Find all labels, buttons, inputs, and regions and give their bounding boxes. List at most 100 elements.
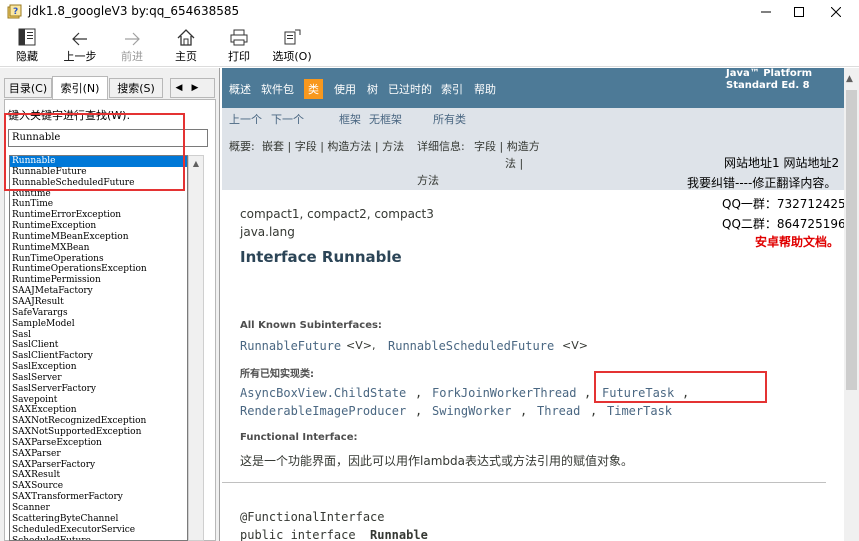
nav-package[interactable]: 软件包	[261, 81, 294, 97]
page-title: Interface Runnable	[240, 248, 402, 266]
index-list-item[interactable]: SAXParseException	[10, 438, 187, 449]
nav-help[interactable]: 帮助	[474, 81, 496, 97]
maximize-icon	[794, 6, 804, 17]
doc-scrollbar[interactable]: ▲	[844, 68, 859, 541]
index-list-item[interactable]: RuntimePermission	[10, 275, 187, 286]
back-button[interactable]: 上一步	[63, 23, 97, 65]
nav-tree[interactable]: 树	[367, 81, 378, 97]
options-icon	[284, 29, 301, 45]
noframes-link[interactable]: 无框架	[369, 111, 402, 127]
functional-text: 这是一个功能界面，因此可以用作lambda表达式或方法引用的赋值对象。	[240, 454, 633, 468]
nav-deprecated[interactable]: 已过时的	[388, 81, 432, 97]
minimize-icon	[761, 11, 771, 12]
home-button[interactable]: 主页	[173, 23, 199, 65]
tab-scroll-left-icon[interactable]: ◀	[171, 79, 187, 97]
tab-search[interactable]: 搜索(S)	[109, 78, 163, 98]
impl-forkjoinworkerthread[interactable]: ForkJoinWorkerThread	[432, 386, 577, 400]
index-list-item[interactable]: RunTimeOperations	[10, 254, 187, 265]
index-list-item[interactable]: SAXSource	[10, 481, 187, 492]
index-list-item[interactable]: Scanner	[10, 503, 187, 514]
index-list-item[interactable]: SAXException	[10, 405, 187, 416]
index-list-item[interactable]: RunTime	[10, 199, 187, 210]
index-list-item[interactable]: SAXParserFactory	[10, 460, 187, 471]
forward-button[interactable]: 前进	[119, 23, 145, 65]
highlight-box-search	[4, 113, 185, 191]
top-nav-bar: 概述 软件包 类 使用 树 已过时的 索引 帮助 Java™ Platform …	[222, 68, 844, 108]
index-list-item[interactable]: SAXNotRecognizedException	[10, 416, 187, 427]
scroll-up-icon[interactable]: ▲	[189, 156, 203, 170]
index-list-item[interactable]: SAXParser	[10, 449, 187, 460]
declaration-name: Runnable	[370, 528, 428, 541]
profiles-text: compact1, compact2, compact3	[240, 207, 434, 221]
index-list-item[interactable]: SAXTransformerFactory	[10, 492, 187, 503]
close-button[interactable]	[813, 0, 859, 23]
index-list[interactable]: Runnable RunnableFuture RunnableScheduledF…	[9, 155, 188, 541]
tab-index[interactable]: 索引(N)	[52, 76, 108, 99]
nav-overview[interactable]: 概述	[229, 81, 251, 97]
allclasses-link[interactable]: 所有类	[433, 111, 466, 127]
impl-thread[interactable]: Thread	[537, 404, 580, 418]
summary-links[interactable]: 嵌套 | 字段 | 构造方法 | 方法	[262, 138, 404, 154]
nav-use[interactable]: 使用	[334, 81, 356, 97]
index-list-item[interactable]: RuntimeException	[10, 221, 187, 232]
index-list-item[interactable]: SampleModel	[10, 319, 187, 330]
index-list-item[interactable]: RuntimeOperationsException	[10, 264, 187, 275]
doc-content: 概述 软件包 类 使用 树 已过时的 索引 帮助 Java™ Platform …	[222, 68, 844, 541]
impl-asyncboxview[interactable]: AsyncBoxView.ChildState	[240, 386, 406, 400]
index-list-item[interactable]: Savepoint	[10, 395, 187, 406]
index-list-item[interactable]: ScheduledExecutorService	[10, 525, 187, 536]
doc-scroll-up-icon[interactable]: ▲	[846, 74, 853, 84]
promo-qq1: QQ一群：732712425	[722, 197, 844, 211]
nav-index[interactable]: 索引	[441, 81, 463, 97]
index-list-item[interactable]: SAAJMetaFactory	[10, 286, 187, 297]
doc-scrollbar-thumb[interactable]	[846, 90, 857, 390]
promo-qq2: QQ二群：864725196	[722, 217, 844, 231]
subinterface-runnablescheduledfuture[interactable]: RunnableScheduledFuture	[388, 339, 554, 353]
subinterface-generic-1: <V>,	[346, 339, 376, 352]
index-list-item[interactable]: SaslClient	[10, 340, 187, 351]
index-list-item[interactable]: SaslServerFactory	[10, 384, 187, 395]
index-list-item[interactable]: SAAJResult	[10, 297, 187, 308]
impl-timertask[interactable]: TimerTask	[607, 404, 672, 418]
promo-sites[interactable]: 网站地址1 网站地址2	[724, 154, 839, 171]
detail-label: 详细信息:	[417, 140, 465, 153]
tab-scroll-right-icon[interactable]: ▶	[187, 79, 203, 97]
frames-link[interactable]: 框架	[339, 111, 361, 127]
index-list-item[interactable]: SafeVarargs	[10, 308, 187, 319]
prev-link[interactable]: 上一个	[229, 111, 262, 127]
hide-button[interactable]: 隐藏	[13, 23, 41, 65]
index-list-item[interactable]: RuntimeMXBean	[10, 243, 187, 254]
promo-android[interactable]: 安卓帮助文档。	[755, 233, 839, 250]
tab-contents[interactable]: 目录(C)	[4, 78, 52, 98]
index-list-item[interactable]: SaslClientFactory	[10, 351, 187, 362]
index-list-item[interactable]: RuntimeMBeanException	[10, 232, 187, 243]
index-list-scrollbar[interactable]: ▲	[188, 155, 204, 541]
title-bar: ? jdk1.8_googleV3 by:qq_654638585	[0, 0, 859, 23]
tab-scroll-buttons: ◀ ▶	[170, 78, 215, 98]
index-list-item[interactable]: ScatteringByteChannel	[10, 514, 187, 525]
index-list-item[interactable]: RuntimeErrorException	[10, 210, 187, 221]
index-list-item[interactable]: SaslServer	[10, 373, 187, 384]
detail-links-cont[interactable]: 法 |	[505, 155, 523, 171]
options-button[interactable]: 选项(O)	[272, 23, 312, 65]
index-list-item[interactable]: ScheduledFuture	[10, 536, 187, 540]
implementing-label: 所有已知实现类:	[240, 369, 314, 380]
subinterface-runnablefuture[interactable]: RunnableFuture	[240, 339, 341, 353]
impl-sep-4: ,	[415, 404, 423, 418]
index-list-item[interactable]: SaslException	[10, 362, 187, 373]
subinterfaces-label: All Known Subinterfaces:	[240, 320, 382, 331]
forward-label: 前进	[121, 50, 143, 63]
window-title: jdk1.8_googleV3 by:qq_654638585	[28, 4, 240, 18]
home-label: 主页	[175, 50, 197, 63]
index-list-item[interactable]: Sasl	[10, 330, 187, 341]
next-link[interactable]: 下一个	[271, 111, 304, 127]
detail-method-link[interactable]: 方法	[417, 172, 439, 188]
impl-swingworker[interactable]: SwingWorker	[432, 404, 511, 418]
index-list-item[interactable]: SAXNotSupportedException	[10, 427, 187, 438]
impl-sep-5: ,	[520, 404, 528, 418]
promo-correction[interactable]: 我要纠错----修正翻译内容。	[687, 174, 836, 191]
detail-links[interactable]: 字段 | 构造方	[474, 138, 540, 154]
index-list-item[interactable]: SAXResult	[10, 470, 187, 481]
impl-renderableimageproducer[interactable]: RenderableImageProducer	[240, 404, 406, 418]
print-button[interactable]: 打印	[227, 23, 251, 65]
